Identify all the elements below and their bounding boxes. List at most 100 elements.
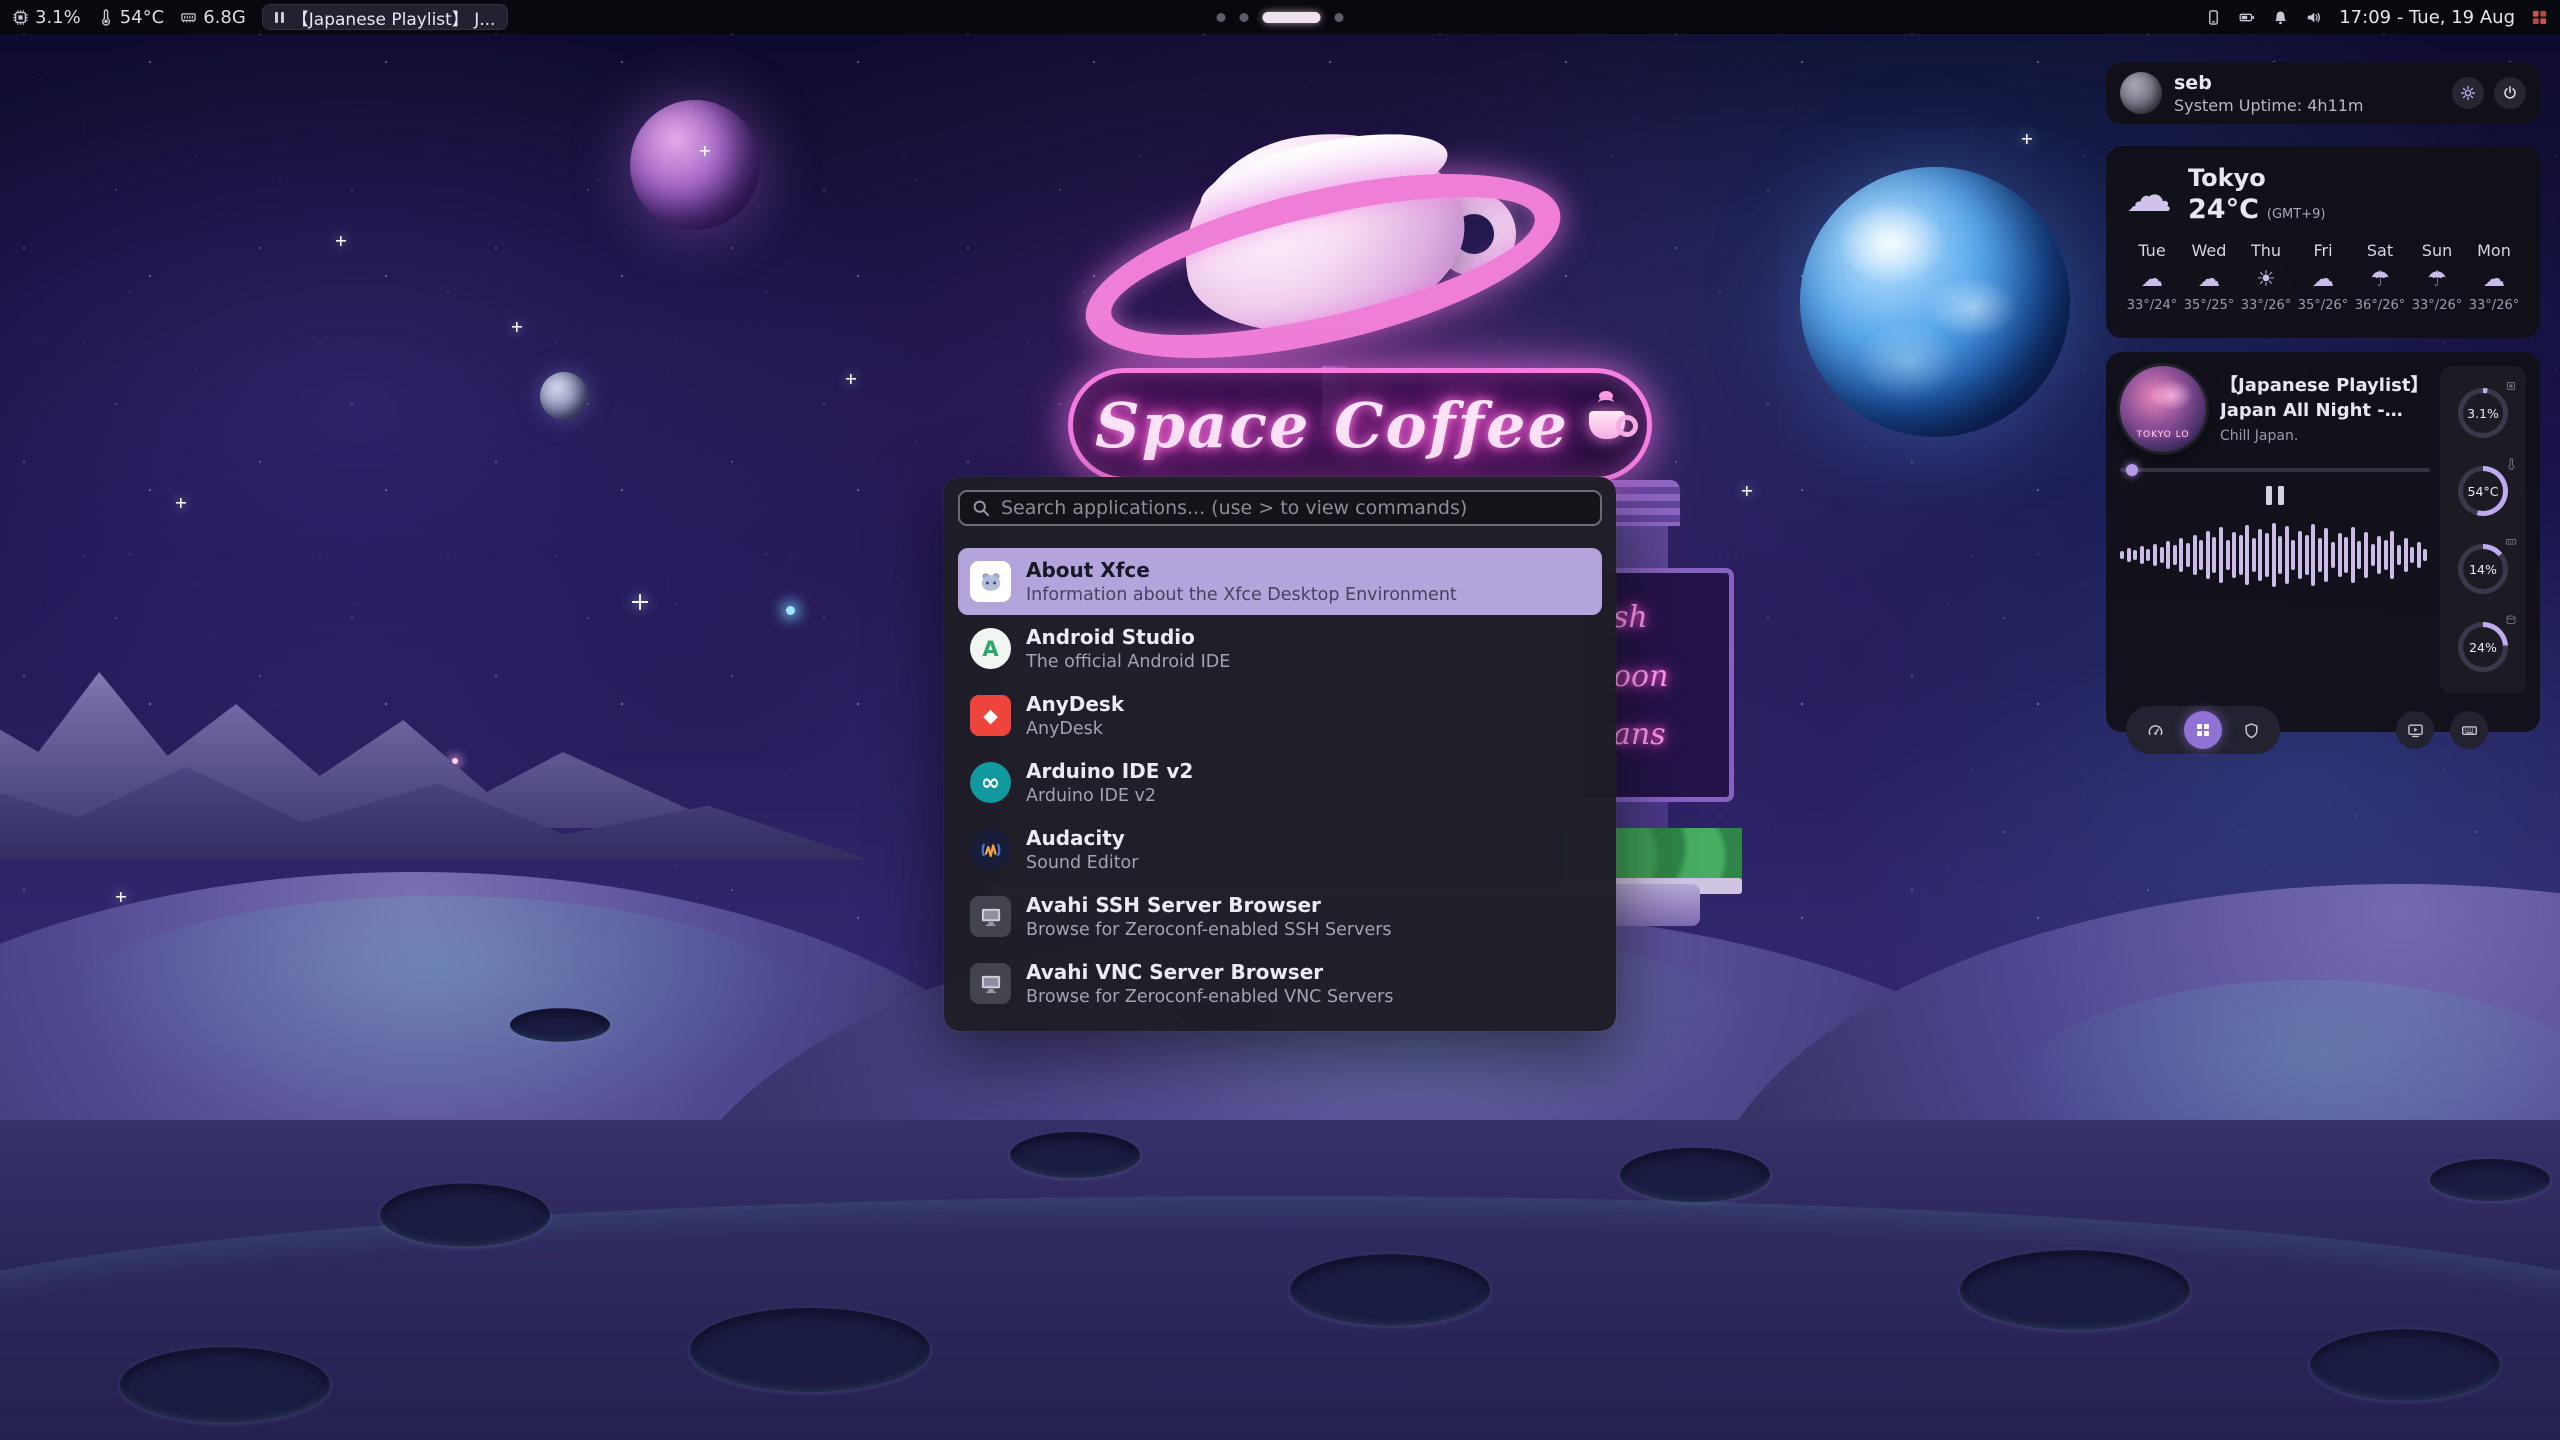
forecast-icon: ☁ [2183,267,2235,292]
weather-card: ☁ Tokyo 24°C (GMT+9) Tue☁33°/24° Wed☁35°… [2106,146,2540,338]
workspace-dot[interactable] [1335,13,1344,22]
result-title: AnyDesk [1026,693,1124,716]
crater [120,1347,330,1423]
track-title: 【Japanese Playlist】 Japan All Night - To… [2220,374,2430,423]
result-title: Audacity [1026,827,1138,850]
clock[interactable]: 17:09 - Tue, 19 Aug [2339,7,2515,28]
waveform [2120,519,2430,591]
widget-switcher [2126,706,2280,754]
crater [2310,1329,2500,1400]
album-art-label: TOKYO LO [2137,430,2190,440]
result-arduino-ide[interactable]: ∞ Arduino IDE v2 Arduino IDE v2 [958,749,1602,816]
seek-bar[interactable] [2120,468,2430,472]
server-browser-icon [970,896,1011,937]
cpu-indicator[interactable]: 3.1% [12,7,81,28]
screencast-button[interactable] [2396,711,2434,749]
grid-icon [2195,722,2211,738]
notification-bell-icon[interactable] [2272,9,2289,26]
forecast-day: Sun☂33°/26° [2411,241,2463,313]
pause-icon [275,12,284,23]
workspace-indicator [1217,0,1344,34]
power-button[interactable] [2494,77,2526,109]
settings-button[interactable] [2452,77,2484,109]
keyboard-button[interactable] [2450,711,2488,749]
crater [1620,1148,1770,1203]
screen-play-icon [2407,722,2424,739]
top-panel: 3.1% 54°C 6.8G 【Japanese Playlist】 J... [0,0,2560,34]
workspace-dot[interactable] [1240,13,1249,22]
device-actions [2396,711,2488,749]
result-desc: Browse for Zeroconf-enabled SSH Servers [1026,920,1392,940]
weather-city: Tokyo [2188,164,2325,192]
ram-icon [180,9,197,26]
result-desc: Information about the Xfce Desktop Envir… [1026,585,1457,605]
track-subtitle: Chill Japan. [2220,428,2430,444]
search-input[interactable] [1001,497,1588,519]
neon-sign: Space Coffee [1068,368,1652,482]
crater [1290,1254,1490,1325]
forecast-day: Sat☂36°/26° [2354,241,2406,313]
result-title: Arduino IDE v2 [1026,760,1193,783]
memory-gauge: 14% [2440,530,2526,608]
result-desc: AnyDesk [1026,719,1124,739]
gear-icon [2460,85,2476,101]
app-grid-icon[interactable] [2531,9,2548,26]
workspace-dot[interactable] [1217,13,1226,22]
android-studio-icon: A [970,628,1011,669]
result-audacity[interactable]: Audacity Sound Editor [958,816,1602,883]
shield-button[interactable] [2232,711,2270,749]
memory-indicator[interactable]: 6.8G [180,7,246,28]
username: seb [2174,72,2364,94]
cpu-value: 3.1% [35,7,81,28]
launcher-search[interactable] [958,490,1602,526]
result-title: Android Studio [1026,626,1230,649]
audacity-icon [970,829,1011,870]
forecast-day: Wed☁35°/25° [2183,241,2235,313]
widgets-button[interactable] [2184,711,2222,749]
result-desc: Arduino IDE v2 [1026,786,1193,806]
shield-icon [2243,722,2260,739]
result-desc: The official Android IDE [1026,652,1230,672]
memory-value: 6.8G [203,7,246,28]
forecast-icon: ☀ [2240,267,2292,292]
coffee-cup-icon [1589,411,1625,439]
xfce-icon [970,561,1011,602]
arduino-icon: ∞ [970,762,1011,803]
performance-button[interactable] [2136,711,2174,749]
cpu-gauge: 3.1% [2440,374,2526,452]
result-title: Avahi SSH Server Browser [1026,894,1392,917]
volume-icon[interactable] [2305,9,2323,26]
weather-cloud-icon: ☁ [2126,172,2172,218]
system-stats: 3.1% 54°C 14% 24% [2440,366,2526,694]
result-title: About Xfce [1026,559,1457,582]
profile-card: seb System Uptime: 4h11m [2106,62,2540,124]
crater [1960,1250,2190,1330]
album-art[interactable]: TOKYO LO [2120,366,2206,452]
media-stats-card: TOKYO LO 【Japanese Playlist】 Japan All N… [2106,352,2540,732]
result-anydesk[interactable]: ◆ AnyDesk AnyDesk [958,682,1602,749]
crater [510,1008,610,1042]
temp-indicator[interactable]: 54°C [97,7,164,28]
now-playing-pill[interactable]: 【Japanese Playlist】 J... [262,4,509,30]
crater [1010,1132,1140,1178]
now-playing-text: 【Japanese Playlist】 J... [292,5,496,30]
result-avahi-ssh[interactable]: Avahi SSH Server Browser Browse for Zero… [958,883,1602,950]
weather-timezone: (GMT+9) [2267,207,2326,222]
workspace-active[interactable] [1263,12,1321,23]
battery-icon[interactable] [2238,9,2256,26]
result-avahi-vnc[interactable]: Avahi VNC Server Browser Browse for Zero… [958,950,1602,1017]
avatar [2120,72,2162,114]
result-android-studio[interactable]: A Android Studio The official Android ID… [958,615,1602,682]
neon-sign-text: Space Coffee [1095,389,1569,462]
phone-icon[interactable] [2205,9,2222,26]
forecast-row: Tue☁33°/24° Wed☁35°/25° Thu☀33°/26° Fri☁… [2126,241,2520,313]
seek-knob[interactable] [2126,464,2138,476]
app-launcher: About Xfce Information about the Xfce De… [944,477,1616,1031]
pause-button[interactable] [2262,486,2288,505]
result-about-xfce[interactable]: About Xfce Information about the Xfce De… [958,548,1602,615]
forecast-icon: ☁ [2126,267,2178,292]
crater [380,1184,550,1247]
temp-value: 54°C [120,7,164,28]
disk-gauge: 24% [2440,608,2526,686]
crater [2430,1159,2550,1201]
